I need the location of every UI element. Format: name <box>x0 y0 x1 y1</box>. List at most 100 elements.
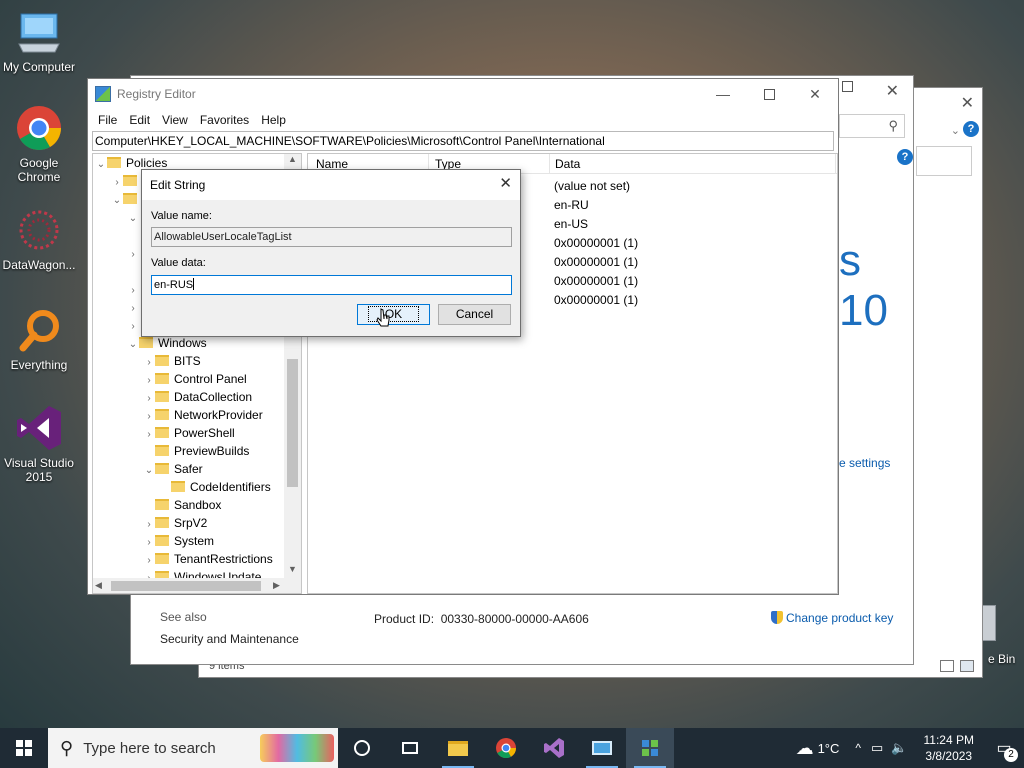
visual-studio-icon <box>15 404 63 452</box>
desktop-icon-everything[interactable]: Everything <box>0 306 78 372</box>
tree-item-bits[interactable]: › BITS <box>143 352 201 370</box>
tree-item-expanded[interactable]: ⌄ <box>127 208 139 226</box>
desktop-icon-my-computer[interactable]: My Computer <box>0 8 78 74</box>
search-box[interactable]: ⚲ <box>839 114 905 138</box>
tree-item-collapsed[interactable]: › <box>111 172 142 190</box>
tree-item-windowsupdate[interactable]: › WindowsUpdate <box>143 568 261 578</box>
minimize-button[interactable]: — <box>700 79 746 109</box>
list-item[interactable]: 0x00000001 (1) <box>554 253 638 271</box>
task-view-button[interactable] <box>338 728 386 768</box>
weather-widget[interactable]: ☁ 1°C <box>796 738 840 759</box>
value-data-input[interactable]: en-RUS <box>151 275 512 295</box>
menu-file[interactable]: File <box>92 113 123 127</box>
desktop-icon-label: DataWagon... <box>2 258 76 272</box>
value-name-label: Value name: <box>151 210 212 222</box>
chevron-up-icon[interactable]: ^ <box>855 741 861 755</box>
scroll-down-icon[interactable]: ▼ <box>284 564 301 574</box>
folder-icon <box>155 355 169 366</box>
scroll-left-icon[interactable]: ◀ <box>95 580 102 591</box>
dialog-titlebar[interactable]: Edit String ✕ <box>142 170 520 200</box>
close-button[interactable]: ✕ <box>792 79 838 109</box>
help-icon[interactable]: ? <box>963 121 979 137</box>
scroll-up-icon[interactable]: ▲ <box>284 154 301 164</box>
tiles-view-icon[interactable] <box>960 660 974 672</box>
tree-item-system[interactable]: › System <box>143 532 214 550</box>
tree-item-collapsed[interactable]: › <box>127 298 139 316</box>
tree-item-control-panel[interactable]: › Control Panel <box>143 370 247 388</box>
folder-icon <box>171 481 185 492</box>
tree-item-label: DataCollection <box>174 390 253 404</box>
visual-studio-taskbar[interactable] <box>530 728 578 768</box>
scrollbar-thumb[interactable] <box>111 581 261 591</box>
tree-horizontal-scrollbar[interactable]: ◀ ▶ <box>93 578 301 593</box>
volume-icon[interactable]: 🔈 <box>891 740 907 756</box>
cancel-button[interactable]: Cancel <box>438 304 511 325</box>
tree-item-collapsed[interactable]: › <box>127 280 139 298</box>
details-view-icon[interactable] <box>940 660 954 672</box>
tree-item-powershell[interactable]: › PowerShell <box>143 424 235 442</box>
chrome-taskbar[interactable] <box>482 728 530 768</box>
tree-item-label: Control Panel <box>174 372 247 386</box>
tree-item-networkprovider[interactable]: › NetworkProvider <box>143 406 262 424</box>
desktop-icon-visual-studio[interactable]: Visual Studio 2015 <box>0 404 78 484</box>
close-icon[interactable]: ✕ <box>499 174 512 192</box>
tree-item-safer[interactable]: ⌄ Safer <box>143 460 203 478</box>
tree-item-collapsed[interactable]: › <box>127 244 139 262</box>
tree-item-label: PowerShell <box>174 426 235 440</box>
list-item[interactable]: 0x00000001 (1) <box>554 291 638 309</box>
system-window-taskbar[interactable] <box>578 728 626 768</box>
registry-editor-taskbar[interactable] <box>626 728 674 768</box>
list-item[interactable]: 0x00000001 (1) <box>554 272 638 290</box>
tree-item-sandbox[interactable]: Sandbox <box>143 496 221 514</box>
clock-date: 3/8/2023 <box>925 749 973 763</box>
taskbar-search-box[interactable]: ⚲ Type here to search <box>48 728 338 768</box>
list-item[interactable]: en-US <box>554 215 588 233</box>
column-data[interactable]: Data <box>555 157 580 171</box>
menu-edit[interactable]: Edit <box>123 113 156 127</box>
task-view-icon[interactable] <box>386 728 434 768</box>
list-item[interactable]: 0x00000001 (1) <box>554 234 638 252</box>
search-placeholder: Type here to search <box>83 739 216 757</box>
maximize-button[interactable] <box>746 79 792 109</box>
list-item[interactable]: en-RU <box>554 196 589 214</box>
address-bar[interactable]: Computer\HKEY_LOCAL_MACHINE\SOFTWARE\Pol… <box>92 131 834 151</box>
edit-string-dialog: Edit String ✕ Value name: AllowableUserL… <box>141 169 521 337</box>
tree-item-datacollection[interactable]: › DataCollection <box>143 388 252 406</box>
value-data-text: en-RUS <box>154 279 194 291</box>
tree-item-previewbuilds[interactable]: PreviewBuilds <box>143 442 249 460</box>
tree-item-label: BITS <box>174 354 201 368</box>
tree-item-codeidentifiers[interactable]: CodeIdentifiers <box>159 478 271 496</box>
menu-favorites[interactable]: Favorites <box>194 113 255 127</box>
chevron-down-icon[interactable]: ⌄ <box>951 124 960 137</box>
help-icon[interactable]: ? <box>897 149 913 165</box>
start-button[interactable] <box>0 728 48 768</box>
tree-item-label: WindowsUpdate <box>174 570 262 578</box>
ok-button[interactable]: OK <box>357 304 430 325</box>
network-icon[interactable]: ▭ <box>871 740 883 756</box>
tree-item-srpv2[interactable]: › SrpV2 <box>143 514 207 532</box>
registry-titlebar[interactable]: Registry Editor — ✕ <box>88 79 838 109</box>
chevron-down-icon: ⌄ <box>128 339 138 350</box>
maximize-icon[interactable] <box>842 81 853 92</box>
scrollbar-thumb[interactable] <box>287 359 298 487</box>
menu-view[interactable]: View <box>156 113 194 127</box>
taskbar: ⚲ Type here to search ☁ 1°C ^ ▭ 🔈 11:24 … <box>0 728 1024 768</box>
tree-item-expanded[interactable]: ⌄ <box>111 190 142 208</box>
tree-item-collapsed[interactable]: › <box>127 316 139 334</box>
menu-help[interactable]: Help <box>255 113 292 127</box>
change-settings-link[interactable]: e settings <box>839 456 890 470</box>
security-maintenance-link[interactable]: Security and Maintenance <box>160 632 299 646</box>
notification-center-button[interactable]: ▭ 2 <box>984 728 1024 768</box>
desktop-icon-datawagon[interactable]: DataWagon... <box>0 206 78 272</box>
scroll-right-icon[interactable]: ▶ <box>273 580 280 591</box>
tree-item-label: Safer <box>174 462 203 476</box>
desktop-icon-chrome[interactable]: Google Chrome <box>0 104 78 184</box>
clock[interactable]: 11:24 PM 3/8/2023 <box>924 732 974 764</box>
change-product-key-link[interactable]: Change product key <box>771 611 893 625</box>
close-icon[interactable]: ✕ <box>886 81 899 101</box>
tree-item-tenantrestrictions[interactable]: › TenantRestrictions <box>143 550 272 568</box>
close-icon[interactable]: ✕ <box>961 93 974 113</box>
file-explorer-taskbar[interactable] <box>434 728 482 768</box>
folder-icon <box>155 553 169 564</box>
list-item[interactable]: (value not set) <box>554 177 630 195</box>
